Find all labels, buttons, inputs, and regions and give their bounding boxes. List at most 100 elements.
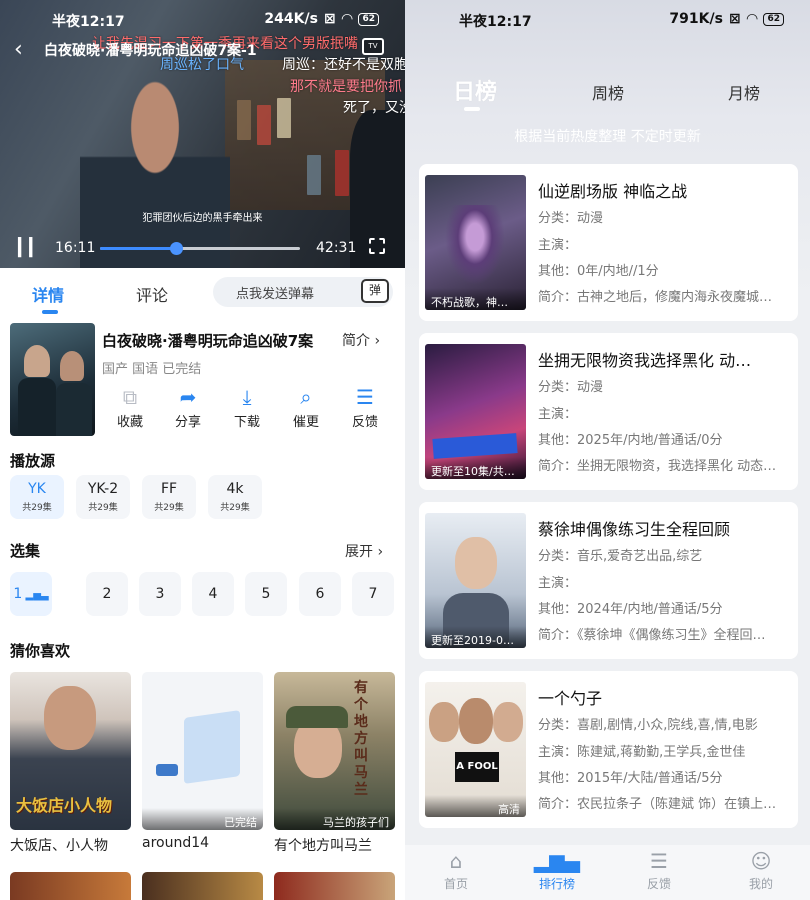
nav-feedback[interactable]: ☰ 反馈 xyxy=(624,845,694,892)
poster-face xyxy=(459,698,493,744)
source-option[interactable]: FF 共29集 xyxy=(142,475,196,519)
share-button[interactable]: ➦ 分享 xyxy=(163,385,213,430)
ranking-title: 一个勺子 xyxy=(538,689,603,708)
episode-button[interactable]: 7 xyxy=(352,572,394,616)
episode-button[interactable]: 2 xyxy=(86,572,128,616)
nav-feedback-label: 反馈 xyxy=(646,877,671,891)
recommend-card[interactable]: 已完结 xyxy=(142,672,263,830)
tab-comments[interactable]: 评论 xyxy=(136,282,168,306)
tv-cast-icon[interactable]: TV xyxy=(362,38,384,55)
ranking-category: 分类：动漫 xyxy=(538,211,604,226)
ranking-desc: 简介：坐拥无限物资，我选择黑化 动态… xyxy=(538,459,777,474)
poster-title-art: 大饭店小人物 xyxy=(16,796,113,815)
ranking-cast: 主演： xyxy=(538,407,578,422)
tab-daily[interactable]: 日榜 xyxy=(453,74,497,106)
status-bar: 半夜12:17 791K/s ⊠ ◠ 62 xyxy=(405,0,810,40)
danmaku-comment: 那不就是要把你抓 xyxy=(290,79,402,95)
poster-face xyxy=(455,537,497,589)
episode-button[interactable]: 1 ▂▅▃ xyxy=(10,572,52,616)
source-name: 4k xyxy=(226,481,244,497)
feedback-icon: ☰ xyxy=(356,385,374,409)
source-option[interactable]: 4k 共29集 xyxy=(208,475,262,519)
ranking-item[interactable]: 不朽战歌，神… 仙逆剧场版 神临之战 分类：动漫 主演： 其他：0年/内地//1… xyxy=(419,164,798,321)
poster-title-art: 有个地方叫马兰 xyxy=(354,680,368,798)
ranking-category: 分类：音乐,爱奇艺出品,综艺 xyxy=(538,549,703,564)
poster-art: A FOOL xyxy=(455,752,499,782)
collect-button[interactable]: ⧉ 收藏 xyxy=(105,385,155,430)
chevron-right-icon: › xyxy=(377,544,384,560)
network-speed: 244K/s xyxy=(264,11,318,27)
ranking-info: 其他：2015年/大陆/普通话/5分 xyxy=(538,771,723,786)
source-name: FF xyxy=(160,481,178,497)
recommend-card[interactable]: 有个地方叫马兰 马兰的孩子们 xyxy=(274,672,395,830)
ranking-item[interactable]: A FOOL 高清 一个勺子 分类：喜剧,剧情,小众,院线,喜,情,电影 主演：… xyxy=(419,671,798,828)
source-name: YK xyxy=(28,481,46,497)
download-icon: ⤓ xyxy=(242,385,252,409)
video-subtitle: 犯罪团伙后边的黑手牵出来 xyxy=(142,213,263,224)
show-meta: 国产 国语 已完结 xyxy=(102,362,202,377)
no-sim-icon: ⊠ xyxy=(323,11,336,27)
expand-episodes-button[interactable]: 展开 › xyxy=(345,541,383,561)
network-speed: 791K/s xyxy=(669,11,723,27)
feedback-button[interactable]: ☰ 反馈 xyxy=(340,385,390,430)
tab-detail[interactable]: 详情 xyxy=(32,282,64,306)
pause-icon[interactable]: ▎▎ xyxy=(18,238,42,258)
total-duration: 42:31 xyxy=(316,240,357,256)
poster-face xyxy=(44,686,96,750)
nav-home[interactable]: ⌂ 首页 xyxy=(421,845,491,892)
source-count: 共29集 xyxy=(22,503,52,513)
expand-label: 展开 xyxy=(345,544,373,560)
episode-button[interactable]: 5 xyxy=(245,572,287,616)
video-player[interactable]: 半夜12:17 244K/s ⊠ ◠ 62 让我先温习一下第一季再来看这个男版抿… xyxy=(0,0,405,268)
ranking-cast: 主演： xyxy=(538,576,578,591)
poster-art xyxy=(445,205,505,285)
tab-monthly[interactable]: 月榜 xyxy=(728,80,760,104)
ranking-info: 其他：0年/内地//1分 xyxy=(538,264,659,279)
player-controls: ▎▎ 16:11 42:31 xyxy=(0,232,405,268)
fullscreen-icon[interactable] xyxy=(369,238,385,254)
recommend-card[interactable] xyxy=(142,872,263,900)
episode-button[interactable]: 6 xyxy=(299,572,341,616)
recommend-card[interactable] xyxy=(10,872,131,900)
poster-caption: 高清 xyxy=(425,795,526,817)
tab-indicator xyxy=(464,107,480,111)
intro-link[interactable]: 简介 › xyxy=(342,330,380,350)
ranking-poster: A FOOL 高清 xyxy=(425,682,526,817)
ranking-item[interactable]: 更新至10集/共… 坐拥无限物资我选择黑化 动… 分类：动漫 主演： 其他：20… xyxy=(419,333,798,490)
source-option[interactable]: YK-2 共29集 xyxy=(76,475,130,519)
download-label: 下载 xyxy=(233,415,260,430)
nav-ranking[interactable]: ▂▆▄ 排行榜 xyxy=(522,845,592,892)
ranking-category: 分类：动漫 xyxy=(538,380,604,395)
placeholder-figure-icon xyxy=(156,764,178,776)
ranking-item[interactable]: 更新至2019-0… 蔡徐坤偶像练习生全程回顾 分类：音乐,爱奇艺出品,综艺 主… xyxy=(419,502,798,659)
poster-face xyxy=(493,702,523,742)
nav-profile[interactable]: ☺ 我的 xyxy=(726,845,796,892)
urge-update-button[interactable]: ⌕ 催更 xyxy=(281,385,331,430)
profile-icon: ☺ xyxy=(750,849,772,873)
recommend-card[interactable]: 大饭店小人物 xyxy=(10,672,131,830)
nav-home-label: 首页 xyxy=(443,877,468,891)
seek-bar-handle[interactable] xyxy=(170,242,183,255)
tab-weekly[interactable]: 周榜 xyxy=(592,80,624,104)
episode-button[interactable]: 3 xyxy=(139,572,181,616)
status-time: 半夜12:17 xyxy=(459,14,532,30)
danmaku-input[interactable]: 点我发送弹幕 弹 xyxy=(213,277,393,307)
recommend-heading: 猜你喜欢 xyxy=(10,642,71,660)
episode-button[interactable]: 4 xyxy=(192,572,234,616)
current-time: 16:11 xyxy=(55,240,96,256)
recommend-card[interactable] xyxy=(274,872,395,900)
download-button[interactable]: ⤓ 下载 xyxy=(222,385,272,430)
danmaku-toggle-icon[interactable]: 弹 xyxy=(361,279,389,303)
back-arrow-icon[interactable]: ‹ xyxy=(14,37,23,62)
ranking-cast: 主演： xyxy=(538,238,578,253)
poster-badge: 马兰的孩子们 xyxy=(274,808,395,830)
nav-profile-label: 我的 xyxy=(748,877,773,891)
ranking-info: 其他：2025年/内地/普通话/0分 xyxy=(538,433,723,448)
status-badge: 已完结 xyxy=(142,808,263,830)
seek-bar[interactable] xyxy=(100,242,300,255)
wifi-icon: ◠ xyxy=(746,11,758,27)
collect-label: 收藏 xyxy=(116,415,143,430)
urge-update-label: 催更 xyxy=(292,415,319,430)
source-option[interactable]: YK 共29集 xyxy=(10,475,64,519)
poster-caption: 更新至2019-0… xyxy=(425,626,526,648)
